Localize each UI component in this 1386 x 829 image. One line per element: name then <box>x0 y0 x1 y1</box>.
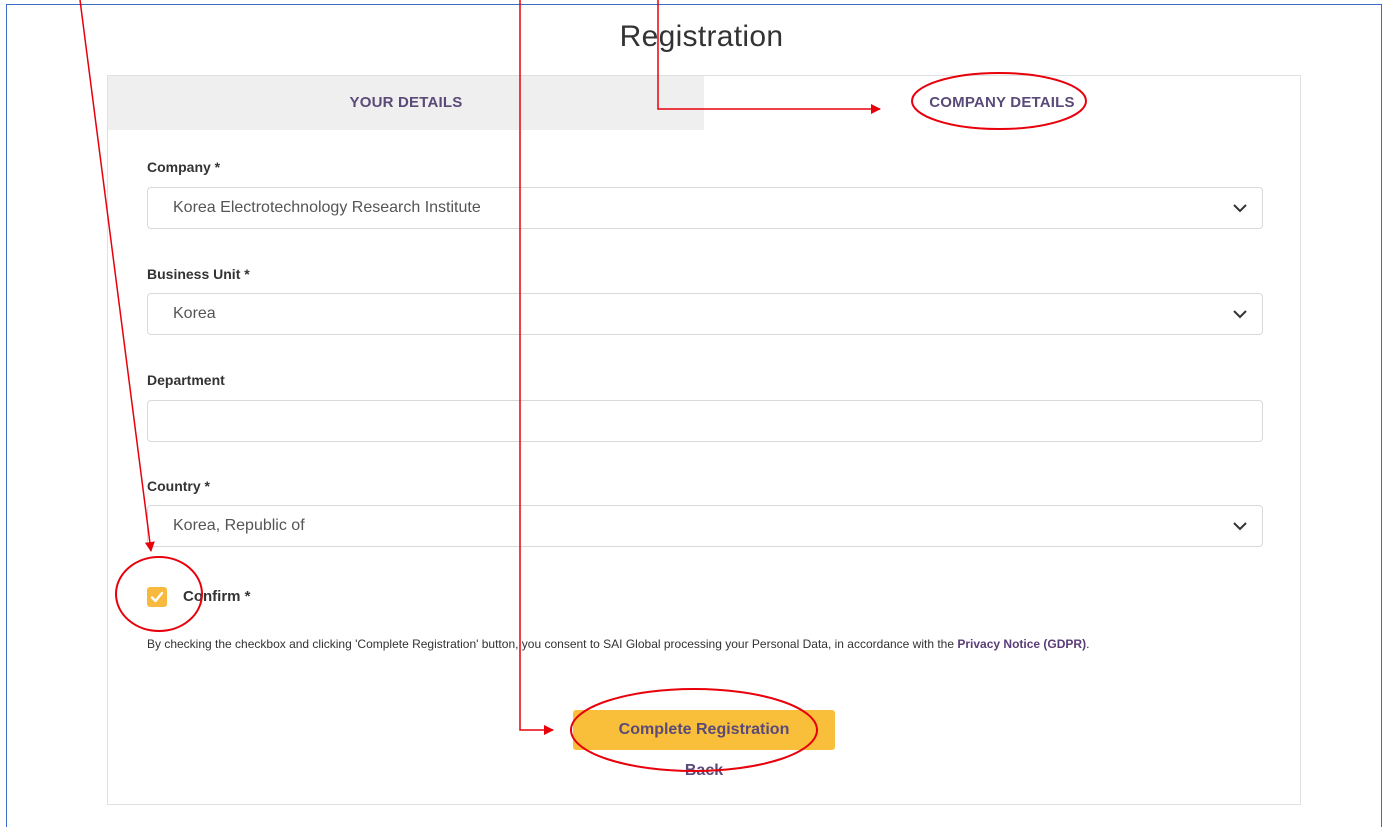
back-link[interactable]: Back <box>573 762 835 780</box>
company-select[interactable]: Korea Electrotechnology Research Institu… <box>147 187 1263 229</box>
complete-registration-button[interactable]: Complete Registration <box>573 710 835 750</box>
chevron-down-icon <box>1233 310 1247 319</box>
confirm-label: Confirm * <box>183 588 251 605</box>
checkmark-icon <box>150 591 164 603</box>
business-unit-value: Korea <box>173 305 216 322</box>
page-title: Registration <box>619 20 784 53</box>
consent-body: By checking the checkbox and clicking 'C… <box>147 637 955 651</box>
tab-company-details[interactable]: COMPANY DETAILS <box>704 76 1300 130</box>
company-label: Company * <box>147 159 221 175</box>
tab-your-details[interactable]: YOUR DETAILS <box>108 76 704 130</box>
department-label: Department <box>147 372 225 388</box>
business-unit-select[interactable]: Korea <box>147 293 1263 335</box>
business-unit-label: Business Unit * <box>147 266 250 282</box>
department-input[interactable] <box>147 400 1263 442</box>
registration-card: YOUR DETAILS COMPANY DETAILS Company * K… <box>107 75 1301 805</box>
country-value: Korea, Republic of <box>173 517 305 534</box>
consent-end: . <box>1086 637 1090 651</box>
confirm-checkbox[interactable] <box>147 587 167 607</box>
consent-text: By checking the checkbox and clicking 'C… <box>147 636 1277 653</box>
country-select[interactable]: Korea, Republic of <box>147 505 1263 547</box>
chevron-down-icon <box>1233 204 1247 213</box>
company-value: Korea Electrotechnology Research Institu… <box>173 199 481 216</box>
chevron-down-icon <box>1233 522 1247 531</box>
privacy-notice-link[interactable]: Privacy Notice (GDPR) <box>957 637 1086 651</box>
country-label: Country * <box>147 478 210 494</box>
tab-bar: YOUR DETAILS COMPANY DETAILS <box>108 76 1300 130</box>
